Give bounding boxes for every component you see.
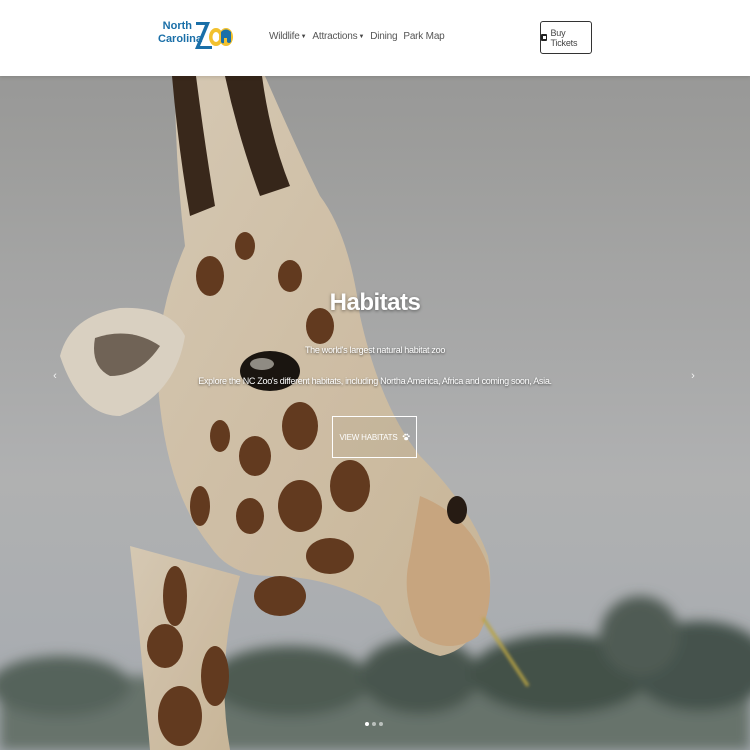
buy-tickets-label: Buy Tickets (550, 27, 578, 48)
carousel-indicator-2[interactable] (372, 722, 376, 726)
nc-zoo-logo[interactable]: North Carolina (158, 18, 234, 54)
ticket-icon (541, 34, 548, 41)
caret-down-icon: ▼ (300, 33, 307, 40)
carousel-indicator-3[interactable] (379, 722, 383, 726)
logo-line-carolina: Carolina (158, 33, 203, 45)
nav-park-map-label: Park Map (403, 31, 445, 42)
caret-down-icon: ▼ (358, 33, 365, 40)
nav-wildlife[interactable]: Wildlife ▼ (269, 31, 307, 42)
carousel-next-arrow[interactable]: › (686, 366, 700, 386)
view-habitats-label: VIEW HABITATS (339, 432, 398, 442)
logo-line-north: North (162, 20, 192, 32)
carousel-prev-arrow[interactable]: ‹ (48, 366, 62, 386)
paw-icon (402, 433, 410, 441)
zoo-wordmark-icon (195, 22, 233, 49)
nav-attractions[interactable]: Attractions ▼ (312, 31, 364, 42)
nav-dining-label: Dining (370, 31, 398, 42)
nav-dining[interactable]: Dining (370, 31, 397, 42)
hero-subtitle: The world's largest natural habitat zoo (304, 345, 446, 355)
hero-carousel: Habitats The world's largest natural hab… (0, 76, 750, 750)
hero-title: Habitats (329, 289, 421, 316)
main-nav: Wildlife ▼ Attractions ▼ Dining Park Map (269, 31, 445, 42)
nav-park-map[interactable]: Park Map (403, 31, 444, 42)
buy-tickets-button[interactable]: Buy Tickets (540, 21, 592, 54)
carousel-caption: Habitats The world's largest natural hab… (0, 76, 750, 750)
site-header: North Carolina Wildlife ▼ Attractions ▼ … (0, 0, 750, 76)
carousel-indicators (365, 722, 383, 726)
nav-wildlife-label: Wildlife (269, 31, 300, 42)
view-habitats-button[interactable]: VIEW HABITATS (332, 416, 417, 458)
nav-attractions-label: Attractions (312, 31, 358, 42)
hero-description: Explore the NC Zoo's different habitats,… (198, 376, 552, 386)
carousel-indicator-1[interactable] (365, 722, 369, 726)
logo-text: North Carolina (158, 20, 203, 46)
